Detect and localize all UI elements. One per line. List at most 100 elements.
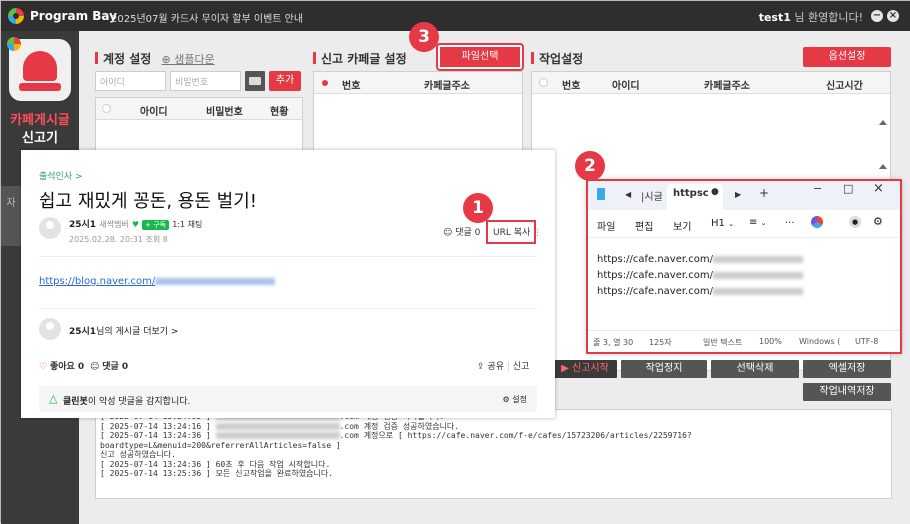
author-avatar[interactable] [39, 217, 61, 239]
log-line: [ 2025-07-14 13:24:16 ] .com 계정 검증 성공하였습… [100, 422, 887, 432]
col-number: 번호 [342, 81, 361, 92]
highlight-box-url-copy [486, 220, 536, 244]
post-title: 쉽고 재밌게 꽁돈, 용돈 벌기! [39, 191, 257, 212]
report-settings-label: 신고 카페글 설정 [321, 52, 407, 66]
minimize-button[interactable]: − [871, 10, 883, 22]
divider [39, 256, 537, 257]
scroll-up-arrow-icon[interactable] [879, 120, 887, 125]
post-author: 25시1 새싹멤버 ♥ + 구독 1:1 채팅 [69, 217, 202, 230]
sample-download-label: 샘플다운 [174, 53, 215, 66]
selected-radio[interactable] [322, 80, 328, 86]
delete-selected-button[interactable]: 선택삭제 [711, 360, 799, 378]
divider [39, 308, 537, 309]
subscribe-button[interactable]: + 구독 [142, 220, 170, 230]
log-timestamp: [ 2025-07-14 13:24:36 ] [100, 431, 211, 440]
log-timestamp: [ 2025-07-14 13:24:16 ] [100, 421, 211, 431]
author-avatar[interactable] [39, 318, 61, 340]
history-save-button[interactable]: 작업내역저장 [803, 383, 891, 401]
col-id: 아이디 [140, 107, 168, 118]
log-line: [ 2025-07-14 13:24:36 ] 60초 후 다음 작업 시작합니… [100, 459, 331, 469]
col-number: 번호 [562, 81, 581, 92]
cleanbot-text: 이 악성 댓글을 감지합니다. [87, 397, 191, 407]
welcome-message: test1 님 환영합니다! [759, 9, 863, 25]
share-area: ⇪ 공유 | 신고 [477, 359, 529, 372]
siren-base [19, 83, 61, 91]
share-button[interactable]: 공유 [487, 362, 504, 372]
sidebar-menu-item[interactable]: 자 [1, 186, 21, 246]
comments-count[interactable]: 댓글 0 [102, 362, 128, 372]
author-name[interactable]: 25시1 [69, 220, 96, 230]
blog-link-text: https://blog.naver.com/ [39, 276, 156, 287]
more-posts-link[interactable]: 25시1님의 게시글 더보기 > [69, 324, 178, 337]
account-table-header: 아이디 비밀번호 현황 [96, 98, 302, 120]
report-button[interactable]: 신고 [513, 362, 530, 372]
redacted-text [215, 432, 340, 439]
log-line: [ 2025-07-14 13:25:36 ] 모든 신고작업을 완료하였습니다… [100, 469, 334, 478]
select-all-radio[interactable] [102, 104, 111, 113]
step-marker-1: 1 [463, 193, 493, 223]
stop-button[interactable]: 작업정지 [621, 360, 707, 378]
scroll-up-arrow-icon[interactable] [879, 164, 887, 169]
comment-count-label: 댓글 0 [455, 228, 481, 238]
welcome-suffix: 님 환영합니다! [790, 11, 863, 24]
settings-label: 설정 [512, 395, 527, 404]
cleanbot-message: 클린봇이 악성 댓글을 감지합니다. [63, 394, 190, 407]
log-line: 신고 성공하였습니다. [100, 450, 176, 459]
post-category[interactable]: 출석인사 > [39, 169, 83, 182]
option-settings-button[interactable]: 옵션설정 [803, 47, 891, 67]
more-posts-label: 님의 게시글 더보기 > [96, 327, 179, 337]
sample-download-link[interactable]: ⊕ 샘플다운 [162, 53, 215, 66]
redacted-text [215, 422, 340, 430]
brand-badge-icon [7, 37, 21, 51]
comment-count[interactable]: ☺ 댓글 0 [443, 225, 480, 238]
folder-icon [249, 77, 261, 85]
app-window: Program Bay 2025년07월 카드사 무이자 할부 이벤트 안내 t… [0, 0, 910, 524]
title-accent [531, 52, 534, 64]
cleanbot-bar: △ 클린봇이 악성 댓글을 감지합니다. ⚙ 설정 [39, 386, 537, 412]
sidebar-subtitle: 신고기 [22, 131, 58, 146]
work-settings-title: 작업설정 [531, 50, 583, 67]
cleanbot-settings[interactable]: ⚙ 설정 [503, 394, 527, 405]
col-status: 현황 [270, 107, 289, 118]
siren-dome [23, 51, 57, 81]
like-button[interactable]: ♡ 좋아요 0 ☺ 댓글 0 [39, 359, 128, 372]
cleanbot-icon: △ [49, 392, 58, 405]
col-report-time: 신고시간 [826, 81, 863, 92]
file-select-button[interactable]: 파일선택 [436, 43, 524, 71]
cleanbot-name: 클린봇 [63, 397, 88, 407]
work-settings-label: 작업설정 [539, 52, 584, 66]
leaf-icon: ♥ [131, 220, 139, 229]
add-account-button[interactable]: 추가 [269, 71, 301, 91]
username: test1 [758, 11, 791, 24]
start-report-button[interactable]: ▶ 신고시작 [553, 360, 617, 378]
share-icon[interactable]: ⇪ [477, 362, 485, 372]
start-report-label: 신고시작 [572, 363, 609, 374]
member-rank: 새싹멤버 [99, 220, 129, 229]
title-accent [313, 52, 316, 64]
log-panel[interactable]: [ 2025-07-14 13:24:03 ] .com 계정 검증 시작합니다… [95, 409, 892, 499]
account-settings-label: 계정 설정 [103, 52, 152, 66]
excel-save-button[interactable]: 엑셀저장 [803, 360, 891, 378]
password-input[interactable]: 비밀번호 [170, 71, 241, 91]
redacted-text [155, 277, 276, 285]
like-count: 좋아요 0 [49, 362, 85, 372]
chat-button[interactable]: 1:1 채팅 [172, 220, 202, 229]
col-id: 아이디 [612, 81, 640, 92]
log-line: [ 2025-07-14 13:24:36 ] .com 계정으로 [ http… [100, 431, 887, 450]
event-notice[interactable]: 2025년07월 카드사 무이자 할부 이벤트 안내 [111, 10, 303, 25]
folder-button[interactable] [245, 71, 265, 91]
post-date: 2025.02.28. 20:31 조회 8 [69, 235, 168, 244]
title-accent [95, 52, 98, 64]
blog-link[interactable]: https://blog.naver.com/ [39, 276, 276, 287]
highlight-box-notepad [586, 179, 902, 354]
app-name: Program Bay [30, 9, 117, 23]
heart-icon: ♡ [39, 362, 48, 372]
report-settings-title: 신고 카페글 설정 [313, 50, 407, 67]
select-all-radio[interactable] [539, 78, 548, 87]
col-url: 카페글주소 [704, 81, 750, 92]
account-settings-title: 계정 설정 ⊕ 샘플다운 [95, 50, 215, 67]
id-input[interactable]: 아이디 [95, 71, 166, 91]
step-marker-3: 3 [409, 22, 439, 52]
close-button[interactable]: × [887, 10, 899, 22]
more-author: 25시1 [69, 327, 97, 337]
